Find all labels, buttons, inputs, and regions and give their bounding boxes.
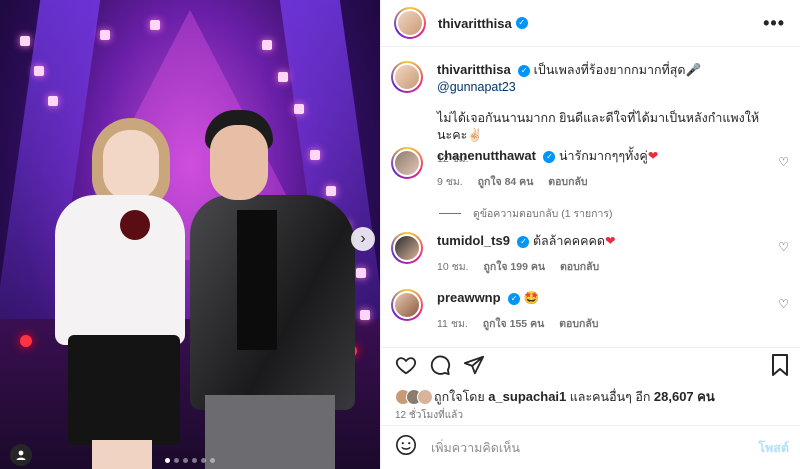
stage-lamp <box>262 40 272 50</box>
post-comment-button[interactable]: โพสต์ <box>758 438 789 458</box>
comment-likes[interactable]: ถูกใจ 155 คน <box>483 318 545 330</box>
add-comment-bar: เพิ่มความคิดเห็น โพสต์ <box>381 425 800 469</box>
carousel-dot <box>165 458 170 463</box>
caption-body: ไม่ได้เจอกันนานมากก ยินดีและดีใจที่ได้มา… <box>437 111 760 142</box>
caption-username[interactable]: thivaritthisa <box>437 62 511 77</box>
user-tag-button[interactable] <box>10 444 32 466</box>
verified-badge-icon: ✓ <box>543 150 556 163</box>
save-bookmark-icon[interactable] <box>771 354 789 381</box>
likes-summary[interactable]: ถูกใจโดย a_supachai1 และคนอื่นๆ อีก 28,6… <box>395 386 715 407</box>
comment-item: chanenutthawat ✓ น่ารักมากๆๆทั้งคู่❤ 9 ช… <box>391 147 767 191</box>
likes-prefix: ถูกใจโดย <box>434 389 485 404</box>
carousel-next-button[interactable]: › <box>351 227 375 251</box>
comment-item: preawwnp ✓ 🤩 11 ชม. ถูกใจ 155 คน ตอบกลับ <box>391 289 767 333</box>
comment-like-heart-icon[interactable]: ♡ <box>778 155 789 169</box>
stage-lamp <box>356 268 366 278</box>
add-comment-input[interactable]: เพิ่มความคิดเห็น <box>431 438 520 458</box>
comment-username[interactable]: tumidol_ts9 <box>437 233 510 248</box>
stage-lamp <box>100 30 110 40</box>
comment-time[interactable]: 9 ชม. <box>437 176 463 188</box>
post-time-ago[interactable]: 12 ชั่วโมงที่แล้ว <box>395 408 463 423</box>
red-heart-emoji: ❤ <box>604 234 616 248</box>
likes-user[interactable]: a_supachai1 <box>488 389 566 404</box>
share-paper-plane-icon[interactable] <box>463 354 485 381</box>
comment-time[interactable]: 11 ชม. <box>437 318 468 330</box>
carousel-dots <box>165 458 215 463</box>
reply-button[interactable]: ตอบกลับ <box>559 318 598 330</box>
verified-badge-icon: ✓ <box>515 17 528 29</box>
likes-count[interactable]: 28,607 <box>654 389 694 404</box>
comment-likes[interactable]: ถูกใจ 84 คน <box>478 176 534 188</box>
stage-lamp <box>326 186 336 196</box>
comment-bubble-icon[interactable] <box>429 354 451 381</box>
comment-item: tumidol_ts9 ✓ ต้ลล้าคคคคด❤ 10 ชม. ถูกใจ … <box>391 232 767 276</box>
comment-text: 🤩 <box>523 291 540 305</box>
carousel-dot <box>210 458 215 463</box>
post-side-panel: thivaritthisa ✓ ••• thivaritthisa ✓ เป็น… <box>380 0 800 469</box>
reply-button[interactable]: ตอบกลับ <box>560 261 599 273</box>
comment-text: น่ารักมากๆๆทั้งคู่ <box>558 149 648 163</box>
view-replies-button[interactable]: ดูข้อความตอบกลับ (1 รายการ) <box>439 205 613 222</box>
red-heart-emoji: ❤ <box>647 149 659 163</box>
likes-middle: และคนอื่นๆ อีก <box>569 389 651 404</box>
avatar[interactable] <box>391 147 423 179</box>
carousel-dot <box>183 458 188 463</box>
more-options-icon[interactable]: ••• <box>763 13 785 34</box>
carousel-dot <box>174 458 179 463</box>
verified-badge-icon: ✓ <box>508 292 521 305</box>
view-replies-label: ดูข้อความตอบกลับ (1 รายการ) <box>473 208 613 220</box>
comment-username[interactable]: chanenutthawat <box>437 148 536 163</box>
verified-badge-icon: ✓ <box>518 64 531 77</box>
stage-lamp <box>294 104 304 114</box>
post-photo[interactable]: › <box>0 0 380 469</box>
comment-likes[interactable]: ถูกใจ 199 คน <box>483 261 545 273</box>
liker-avatars <box>395 388 433 405</box>
comment-username[interactable]: preawwnp <box>437 290 501 305</box>
stage-red-light <box>20 335 32 347</box>
avatar[interactable] <box>391 232 423 264</box>
stage-lamp <box>310 150 320 160</box>
post-header: thivaritthisa ✓ ••• <box>381 0 800 47</box>
comment-like-heart-icon[interactable]: ♡ <box>778 240 789 254</box>
stage-lamp <box>278 72 288 82</box>
stage-lamp <box>48 96 58 106</box>
stage-lamp <box>20 36 30 46</box>
header-username[interactable]: thivaritthisa <box>438 16 512 31</box>
comment-like-heart-icon[interactable]: ♡ <box>778 297 789 311</box>
comment-time[interactable]: 10 ชม. <box>437 261 469 273</box>
avatar[interactable] <box>391 61 423 93</box>
emoji-smiley-icon[interactable] <box>395 434 417 462</box>
avatar[interactable] <box>391 289 423 321</box>
caption-text: เป็นเพลงที่ร้องยากกมากที่สุด🎤 <box>533 63 702 77</box>
comment-text: ต้ลล้าคคคคด <box>532 234 605 248</box>
likes-suffix: คน <box>697 389 715 404</box>
instagram-post-modal: › thivaritthisa ✓ ••• thivaritthisa ✓ เป… <box>0 0 800 469</box>
stage-lamp <box>360 310 370 320</box>
post-actions <box>381 347 800 383</box>
person-icon <box>16 450 26 460</box>
caption-mention[interactable]: @gunnapat23 <box>437 80 516 94</box>
reply-button[interactable]: ตอบกลับ <box>548 176 587 188</box>
stage-lamp <box>150 20 160 30</box>
stage-lamp <box>34 66 44 76</box>
comments-section: thivaritthisa ✓ เป็นเพลงที่ร้องยากกมากที… <box>381 47 800 347</box>
avatar[interactable] <box>394 7 426 39</box>
carousel-dot <box>201 458 206 463</box>
like-heart-icon[interactable] <box>395 354 417 381</box>
carousel-dot <box>192 458 197 463</box>
verified-badge-icon: ✓ <box>517 235 530 248</box>
